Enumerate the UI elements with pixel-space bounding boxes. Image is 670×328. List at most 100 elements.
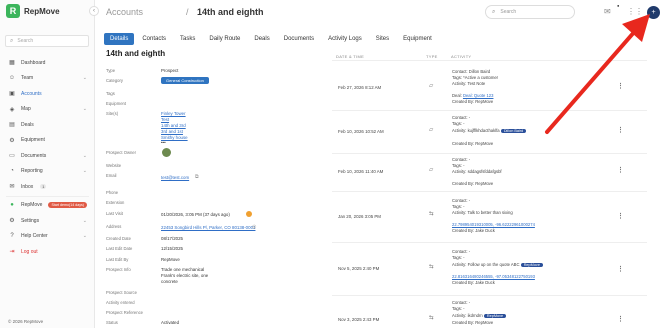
mention-pill[interactable]: RepMove xyxy=(520,263,543,267)
activity-line: Tags: - xyxy=(452,121,465,126)
field-label: Equipment xyxy=(106,101,127,106)
tab-equipment[interactable]: Equipment xyxy=(397,33,438,45)
tab-activity-logs[interactable]: Activity Logs xyxy=(322,33,368,45)
tab-tasks[interactable]: Tasks xyxy=(174,33,201,45)
sidebar-item-accounts[interactable]: ▣ Accounts xyxy=(0,86,95,102)
help-icon: ? xyxy=(10,233,14,240)
more-options-icon[interactable]: ⋮ xyxy=(617,126,624,134)
status-value: Activated xyxy=(161,320,180,325)
activity-row[interactable]: Nov 3, 2025 2:43 PM ⇆ Contact: - Tags: -… xyxy=(332,295,647,328)
site-link[interactable]: 14th and 3rd xyxy=(161,123,186,128)
mention-pill[interactable]: RepMove xyxy=(483,314,507,318)
map-pin-icon[interactable]: ◎ xyxy=(252,224,256,230)
field-label: Last Edit Date xyxy=(106,246,133,251)
tab-sites[interactable]: Sites xyxy=(370,33,395,45)
sidebar-item-label: Dashboard xyxy=(21,59,46,66)
tab-documents[interactable]: Documents xyxy=(278,33,320,45)
tab-daily-route[interactable]: Daily Route xyxy=(203,33,246,45)
more-sites-button[interactable]: ••• xyxy=(161,140,166,145)
address-link[interactable]: 22453 Songbird Hills Pl, Parker, CO 8013… xyxy=(161,225,255,230)
breadcrumb-accounts[interactable]: Accounts xyxy=(106,7,143,17)
owner-avatar[interactable] xyxy=(162,148,171,157)
copy-icon[interactable]: ⧉ xyxy=(195,174,199,180)
field-label: Prospect Owner xyxy=(106,150,137,155)
sidebar-item-settings[interactable]: ⚙ Settings ⌄ xyxy=(0,213,95,229)
field-label: Last Edit By xyxy=(106,257,129,262)
start-demo-button[interactable]: Start demo(14 days) xyxy=(48,202,87,209)
activity-line-with-mention: Activity: Follow up on the quote ABC Rep… xyxy=(452,262,543,267)
site-link[interactable]: Test xyxy=(161,117,169,122)
coordinates-link[interactable]: 22.816316480246555, -97.05348122750193 xyxy=(452,274,535,279)
equipment-icon: ⚙ xyxy=(9,137,15,144)
more-options-icon[interactable]: ⋮ xyxy=(617,82,624,90)
sidebar-item-dashboard[interactable]: ▦ Dashboard xyxy=(0,55,95,71)
activity-line: Contact: Dillon Baird xyxy=(452,69,491,74)
prospect-info-value: Trade one mechanical Frank's electric si… xyxy=(161,267,209,284)
mail-icon[interactable]: ✉ xyxy=(604,7,611,16)
field-label: Tags xyxy=(106,91,115,96)
tab-deals[interactable]: Deals xyxy=(248,33,275,45)
sidebar-item-label: Inbox xyxy=(21,183,34,190)
sidebar-item-equipment[interactable]: ⚙ Equipment xyxy=(0,133,95,149)
email-link[interactable]: test@test.com xyxy=(161,175,189,180)
activity-text: Activity: ikdrndrn xyxy=(452,313,483,318)
sidebar-nav: ▦ Dashboard ☺ Team ⌄ ▣ Accounts ◈ Map ⌄ ▤ Deals… xyxy=(0,55,95,260)
site-link[interactable]: 3rd and 1st xyxy=(161,129,183,134)
category-badge: General Construction xyxy=(161,77,209,84)
activity-line: Contact: - xyxy=(452,198,471,203)
column-date[interactable]: DATE & TIME xyxy=(336,54,364,59)
app-name: RepMove xyxy=(24,6,60,16)
activity-panel: DATE & TIME TYPE ACTIVITY Feb 27, 2026 8… xyxy=(307,48,652,328)
plus-icon: + xyxy=(651,9,656,16)
site-link[interactable]: Finley Tower xyxy=(161,111,186,116)
field-label: Site(s) xyxy=(106,111,119,116)
more-options-icon[interactable]: ⋮ xyxy=(617,212,624,220)
header-search-input[interactable]: ⌕ Search xyxy=(485,5,575,19)
sidebar-search-input[interactable]: ⌕ Search xyxy=(5,35,89,47)
app-logo[interactable]: R RepMove xyxy=(6,4,60,18)
activity-row[interactable]: Feb 10, 2026 10:52 AM ▱ Contact: - Tags:… xyxy=(332,110,647,153)
mention-pill[interactable]: Dillon Baird xyxy=(500,129,527,133)
type-value: Prospect xyxy=(161,68,179,73)
last-edit-by-value: RepMove xyxy=(161,257,180,262)
chevron-down-icon: ⌄ xyxy=(82,75,87,82)
chevron-down-icon: ⌄ xyxy=(82,168,87,175)
sidebar-item-documents[interactable]: ▭ Documents ⌄ xyxy=(0,148,95,164)
sidebar-item-deals[interactable]: ▤ Deals xyxy=(0,117,95,133)
activity-line: Created By: Jake Duck xyxy=(452,228,495,233)
map-icon: ◈ xyxy=(9,106,15,113)
sidebar-item-reporting[interactable]: ◔ Reporting ⌄ xyxy=(0,164,95,180)
repmove-icon: ● xyxy=(10,202,14,209)
sidebar-item-repmove[interactable]: ● RepMove Start demo(14 days) xyxy=(0,198,95,214)
tab-contacts[interactable]: Contacts xyxy=(136,33,172,45)
column-type[interactable]: TYPE xyxy=(426,54,438,59)
activity-date: Nov 5, 2025 2:40 PM xyxy=(338,266,380,271)
coordinates-link[interactable]: 22.798954019310005, -96.62222961000274 xyxy=(452,222,535,227)
field-label: Type xyxy=(106,68,116,73)
sidebar-item-map[interactable]: ◈ Map ⌄ xyxy=(0,102,95,118)
more-options-icon[interactable]: ⋮ xyxy=(617,166,624,174)
collapse-sidebar-button[interactable]: ‹ xyxy=(89,6,99,16)
page-title: 14th and eighth xyxy=(197,7,264,17)
sidebar-item-team[interactable]: ☺ Team ⌄ xyxy=(0,71,95,87)
activity-line: Created By: RepMove xyxy=(452,141,494,146)
note-icon: ▱ xyxy=(429,127,434,133)
field-label: Created Date xyxy=(106,236,131,241)
more-options-icon[interactable]: ⋮ xyxy=(617,315,624,323)
more-options-icon[interactable]: ⋮ xyxy=(617,265,624,273)
activity-row[interactable]: Jan 20, 2026 3:05 PM ⇆ Contact: - Tags: … xyxy=(332,191,647,242)
deal-link[interactable]: Deal: Quote 123 xyxy=(463,93,494,98)
sidebar-item-logout[interactable]: ⇥ Log out xyxy=(0,244,95,260)
apps-grid-icon[interactable]: ⋮⋮ xyxy=(627,7,643,16)
search-icon: ⌕ xyxy=(10,37,14,44)
activity-row[interactable]: Feb 27, 2026 8:12 AM ▱ Contact: Dillon B… xyxy=(332,60,647,110)
copyright-text: © 2026 RepMove xyxy=(8,319,44,324)
sidebar-item-inbox[interactable]: ✉ Inbox 1 xyxy=(0,179,95,195)
user-avatar-button[interactable]: + xyxy=(647,6,660,19)
column-activity[interactable]: ACTIVITY xyxy=(451,54,471,59)
field-label: Phone xyxy=(106,190,119,195)
tab-details[interactable]: Details xyxy=(104,33,135,45)
activity-row[interactable]: Feb 10, 2026 11:40 AM ▱ Contact: - Tags:… xyxy=(332,153,647,191)
sidebar-item-help-center[interactable]: ? Help Center ⌄ xyxy=(0,229,95,245)
activity-row[interactable]: Nov 5, 2025 2:40 PM ⇆ Contact: - Tags: -… xyxy=(332,242,647,295)
